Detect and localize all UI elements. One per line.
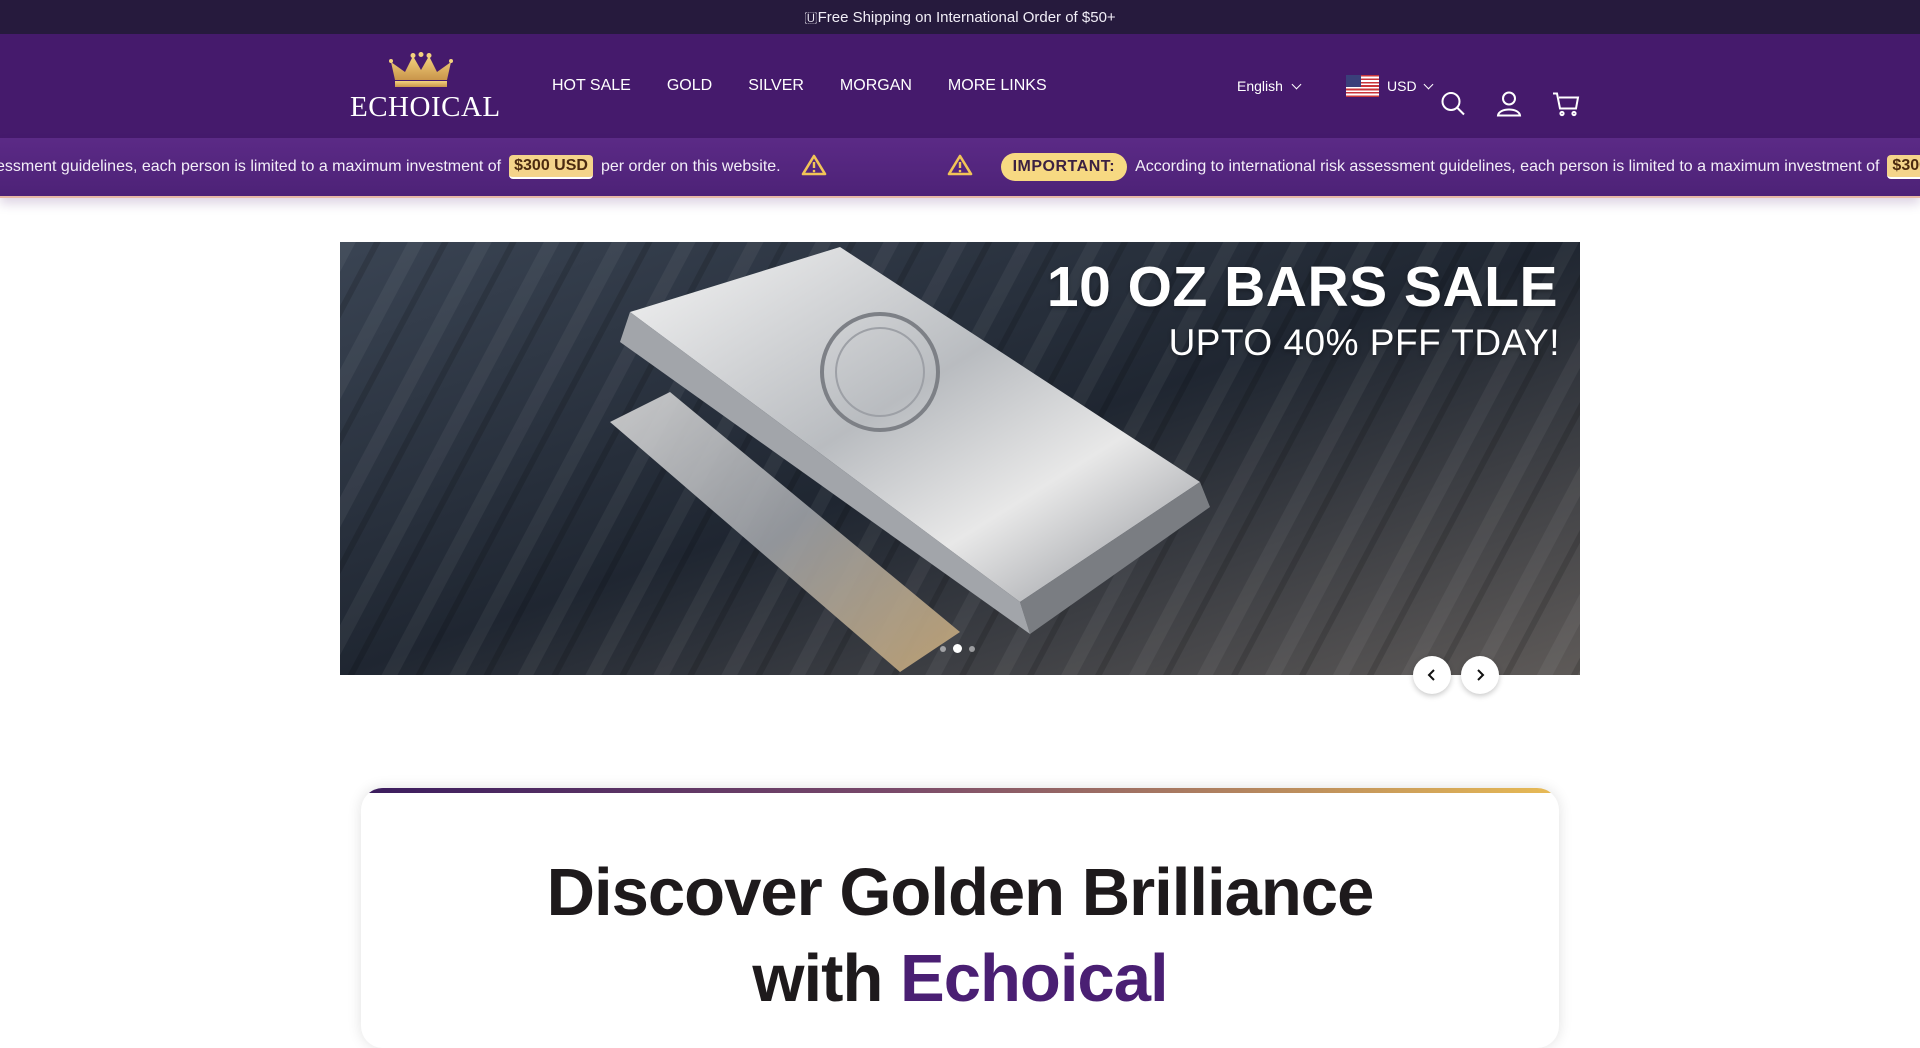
nav-more-links[interactable]: MORE LINKS <box>948 77 1047 95</box>
discover-title-brand: Echoical <box>900 941 1169 1016</box>
ticker-text: essment guidelines, each person is limit… <box>0 158 502 175</box>
nav-hot-sale[interactable]: HOT SALE <box>552 77 631 95</box>
hero-banner[interactable]: 10 OZ BARS SALE UPTO 40% PFF TDAY! <box>340 242 1580 675</box>
announcement-text: 🇺Free Shipping on International Order of… <box>804 8 1116 26</box>
discover-title: Discover Golden Brilliance with Echoical <box>361 850 1559 1022</box>
discover-card: Discover Golden Brilliance with Echoical <box>361 788 1559 1048</box>
account-icon[interactable] <box>1496 91 1522 122</box>
hero-title: 10 OZ BARS SALE <box>1046 255 1558 319</box>
next-slide-button[interactable] <box>1461 656 1499 694</box>
ticker-track: essment guidelines, each person is limit… <box>0 138 1920 196</box>
discover-title-line2: with Echoical <box>361 936 1559 1022</box>
discover-title-line1: Discover Golden Brilliance <box>546 855 1375 930</box>
announcement-bar: 🇺Free Shipping on International Order of… <box>0 0 1920 34</box>
language-label: English <box>1237 78 1283 94</box>
warning-icon <box>947 154 973 181</box>
discover-title-with: with <box>752 941 883 1016</box>
ticker-text-end: per order on this website. <box>600 158 781 175</box>
important-badge: IMPORTANT: <box>1000 153 1128 181</box>
chevron-right-icon <box>1477 669 1485 681</box>
ticker-amount-2: $300 USD <box>1887 155 1920 179</box>
main-nav: HOT SALE GOLD SILVER MORGAN MORE LINKS <box>552 34 1047 138</box>
logo-text: ECHOICAL <box>350 91 501 123</box>
chevron-left-icon <box>1427 669 1435 681</box>
chevron-down-icon <box>1423 79 1434 89</box>
currency-selector[interactable]: USD <box>1346 34 1434 138</box>
warning-icon <box>801 154 827 181</box>
nav-gold[interactable]: GOLD <box>667 77 712 95</box>
us-flag-icon <box>1346 75 1379 97</box>
slide-dot[interactable] <box>940 645 946 652</box>
nav-silver[interactable]: SILVER <box>748 77 804 95</box>
search-icon[interactable] <box>1440 91 1466 122</box>
ticker-amount: $300 USD <box>509 155 593 179</box>
slide-dot[interactable] <box>969 645 975 652</box>
slide-dot-active[interactable] <box>953 644 962 653</box>
prev-slide-button[interactable] <box>1413 656 1451 694</box>
currency-label: USD <box>1387 78 1417 94</box>
investment-notice-ticker: essment guidelines, each person is limit… <box>0 138 1920 198</box>
chevron-down-icon <box>1291 79 1302 89</box>
hero-subtitle: UPTO 40% PFF TDAY! <box>1168 322 1560 363</box>
crown-icon <box>389 52 453 87</box>
logo[interactable]: ECHOICAL <box>350 52 501 123</box>
nav-morgan[interactable]: MORGAN <box>840 77 912 95</box>
cart-icon[interactable] <box>1552 91 1580 122</box>
language-selector[interactable]: English <box>1237 34 1302 138</box>
card-accent-bar <box>361 788 1559 793</box>
site-header: ECHOICAL HOT SALE GOLD SILVER MORGAN MOR… <box>0 34 1920 138</box>
slide-dots <box>940 644 975 653</box>
ticker-text-2: According to international risk assessme… <box>1135 158 1880 175</box>
